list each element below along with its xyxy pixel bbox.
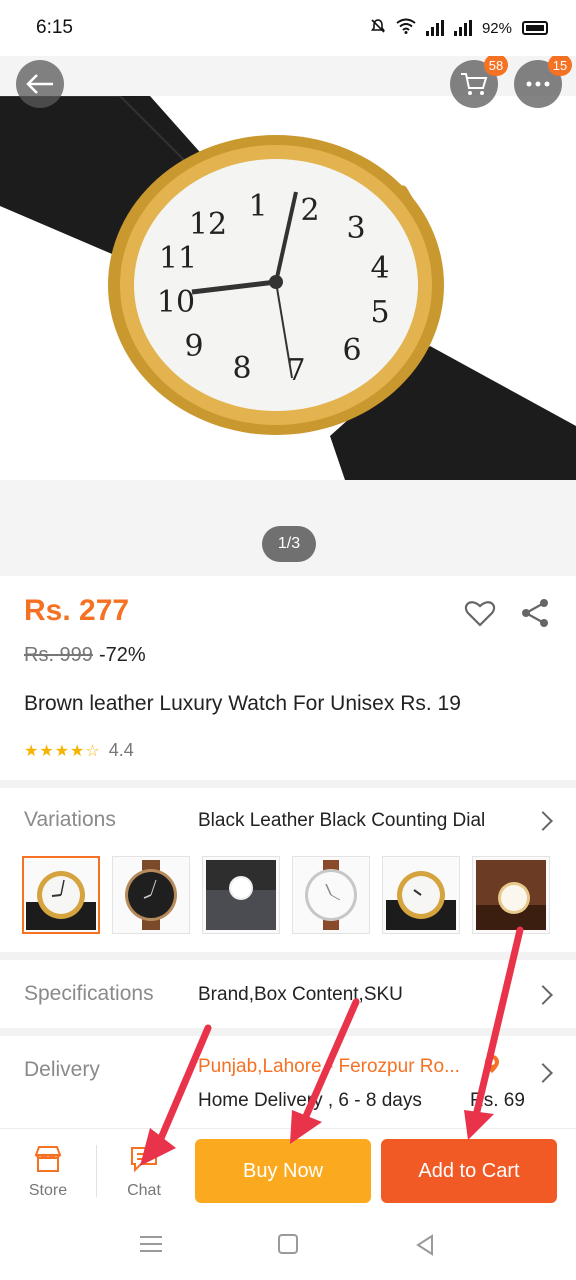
svg-text:10: 10 <box>157 285 195 320</box>
svg-text:2: 2 <box>300 193 319 228</box>
variations-label: Variations <box>24 808 116 831</box>
notification-count-badge: 15 <box>548 56 572 76</box>
specifications-value: Brand,Box Content,SKU <box>198 984 403 1005</box>
chat-icon <box>131 1147 157 1173</box>
price-section: Rs. 277 Rs. 999 -72% Brown leather Luxur… <box>0 576 576 780</box>
rating-row[interactable]: ★★★★☆ 4.4 <box>24 740 134 761</box>
product-gallery[interactable]: 58 15 123 456 789 10 11 12 1/3 <box>0 56 576 576</box>
product-image[interactable]: 123 456 789 10 11 12 <box>0 95 576 480</box>
variation-thumb[interactable] <box>472 856 550 934</box>
chevron-right-icon <box>533 1063 553 1083</box>
price-row: Rs. 999 -72% <box>24 644 146 667</box>
bottom-action-bar: Store Chat Buy Now Add to Cart <box>0 1128 576 1212</box>
svg-text:1: 1 <box>248 189 267 224</box>
add-to-cart-button[interactable]: Add to Cart <box>381 1139 557 1203</box>
svg-text:12: 12 <box>189 207 227 242</box>
product-title: Brown leather Luxury Watch For Unisex Rs… <box>24 692 461 715</box>
signal-icon-2 <box>453 20 472 36</box>
back-triangle-icon[interactable] <box>414 1234 436 1261</box>
specifications-label: Specifications <box>24 982 154 1005</box>
svg-text:4: 4 <box>370 251 389 286</box>
arrow-left-icon <box>26 74 53 94</box>
cart-icon <box>461 73 488 95</box>
chevron-right-icon <box>533 811 553 831</box>
delivery-time: Home Delivery , 6 - 8 days <box>198 1090 422 1111</box>
discount-label: -72% <box>98 644 146 666</box>
location-pin-icon <box>484 1054 500 1079</box>
home-icon[interactable] <box>278 1234 298 1254</box>
section-divider <box>0 780 576 788</box>
heart-icon[interactable] <box>464 598 496 633</box>
wifi-icon <box>396 18 416 38</box>
original-price: Rs. 999 <box>24 644 93 666</box>
svg-text:5: 5 <box>370 295 389 330</box>
svg-text:11: 11 <box>159 241 197 276</box>
chat-label: Chat <box>127 1182 161 1199</box>
variation-thumbnails <box>22 856 550 934</box>
store-icon <box>34 1146 62 1172</box>
section-divider <box>0 952 576 960</box>
cart-button[interactable]: 58 <box>450 56 508 108</box>
delivery-fee: Rs. 69 <box>470 1090 525 1111</box>
watch-image: 1 23 456 789 101112 <box>0 95 576 480</box>
svg-text:3: 3 <box>346 211 365 246</box>
svg-text:8: 8 <box>232 351 251 386</box>
battery-percent: 92% <box>481 19 512 37</box>
variation-thumb[interactable] <box>382 856 460 934</box>
section-divider <box>0 1028 576 1036</box>
back-button[interactable] <box>16 60 64 108</box>
store-button[interactable]: Store <box>20 1145 76 1200</box>
cart-count-badge: 58 <box>484 56 508 76</box>
buy-now-button[interactable]: Buy Now <box>195 1139 371 1203</box>
store-label: Store <box>28 1182 68 1199</box>
variation-thumb[interactable] <box>292 856 370 934</box>
signal-icon <box>425 20 444 36</box>
variation-thumb[interactable] <box>112 856 190 934</box>
variations-value: Black Leather Black Counting Dial <box>198 810 486 831</box>
chat-button[interactable]: Chat <box>116 1145 172 1200</box>
chevron-right-icon <box>533 985 553 1005</box>
svg-text:9: 9 <box>184 329 203 364</box>
delivery-location: Punjab,Lahore - Ferozpur Ro... <box>198 1056 460 1077</box>
variation-thumb[interactable] <box>22 856 100 934</box>
variation-thumb[interactable] <box>202 856 280 934</box>
image-counter: 1/3 <box>262 526 316 562</box>
mute-icon <box>370 18 386 38</box>
separator <box>96 1145 97 1197</box>
rating-value: 4.4 <box>108 740 134 760</box>
battery-icon <box>522 21 548 35</box>
status-bar: 6:15 92% <box>0 0 576 56</box>
share-icon[interactable] <box>520 598 550 633</box>
more-icon <box>526 81 550 87</box>
svg-text:6: 6 <box>342 333 361 368</box>
status-time: 6:15 <box>36 17 73 38</box>
current-price: Rs. 277 <box>24 594 130 627</box>
status-icons: 92% <box>370 18 548 38</box>
system-nav-bar <box>0 1212 576 1280</box>
delivery-label: Delivery <box>24 1058 100 1081</box>
recent-apps-icon[interactable] <box>140 1236 162 1257</box>
rating-stars: ★★★★☆ <box>24 742 101 760</box>
more-button[interactable]: 15 <box>514 56 572 108</box>
